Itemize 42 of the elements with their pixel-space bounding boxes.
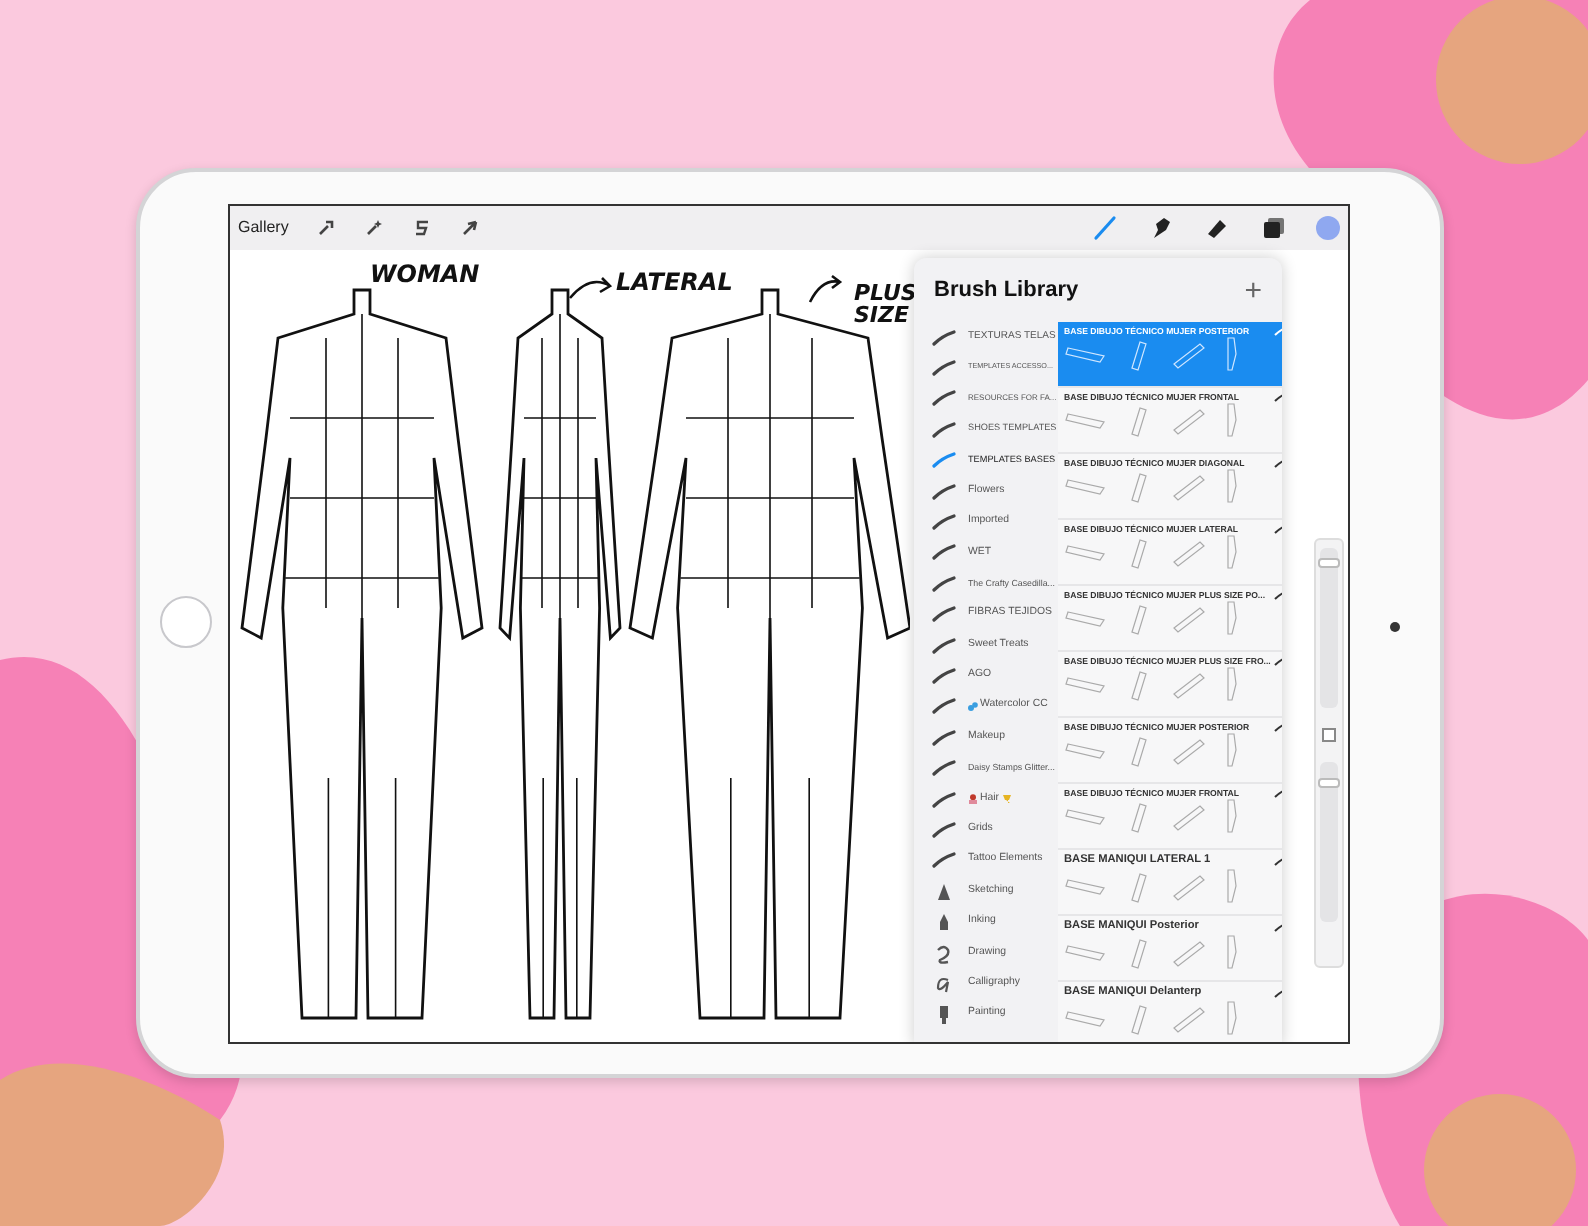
color-swatch[interactable] [1316,216,1340,240]
pencil-tip-icon [932,881,956,902]
brush-stroke-icon [932,327,956,348]
slider-thumb[interactable] [1318,558,1340,569]
brush-stroke-icon [932,758,956,779]
droplets-icon [968,701,978,712]
brush-stroke-icon [932,481,956,502]
person-icon [968,794,978,805]
cursor-arrow-icon[interactable] [460,218,481,238]
brush-stroke-icon [932,542,956,563]
brush-stroke-icon [932,604,956,625]
brush-stroke-icon [932,696,956,717]
s-curve-icon[interactable] [412,218,433,238]
brush-stroke-icon [932,635,956,656]
brush-stroke-icon [932,850,956,871]
brush-stroke-icon [932,450,956,471]
layers-icon[interactable] [1260,214,1288,242]
brush-stroke-icon [932,727,956,748]
add-button[interactable]: + [1244,275,1262,305]
finger-icon[interactable] [1148,214,1176,242]
slider-thumb[interactable] [1318,777,1340,787]
camera-dot [1390,622,1400,632]
brush-icon[interactable] [1092,214,1120,242]
brush-stroke-icon [932,789,956,810]
handwritten-label: WOMAN [370,262,480,286]
brush-stroke-icon [932,512,956,533]
handwritten-label: PLUS SIZE [854,282,914,326]
brush-stroke-icon [932,358,956,379]
gallery-button[interactable]: Gallery [238,216,289,240]
opacity-slider[interactable] [1320,762,1338,922]
brush-stroke-icon [932,419,956,440]
brush-stroke-icon [932,573,956,594]
brush-stroke-icon [932,665,956,686]
handwritten-label: LATERAL [616,270,733,294]
brush-stroke-icon [932,388,956,409]
eraser-icon[interactable] [1204,214,1232,242]
brush-size-slider[interactable] [1320,548,1338,708]
magic-wand-icon[interactable] [364,218,385,238]
brush-stroke-icon [932,819,956,840]
modify-button[interactable] [1322,728,1336,742]
panel-title: Brush Library [934,275,1079,306]
trophy-icon [1001,794,1012,805]
